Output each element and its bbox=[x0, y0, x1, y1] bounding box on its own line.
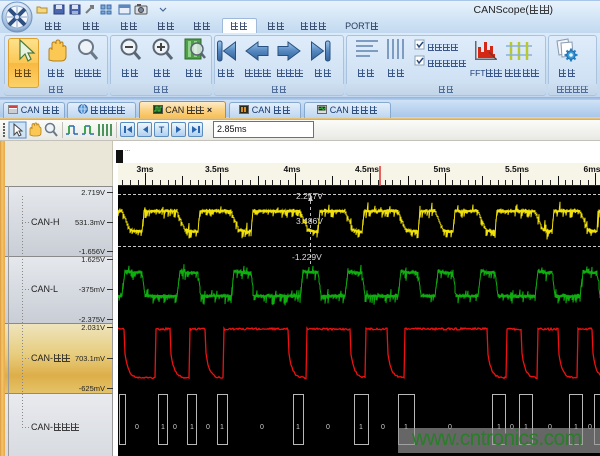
svg-text:1: 1 bbox=[190, 424, 194, 431]
svg-text:2.257V: 2.257V bbox=[296, 191, 323, 201]
svg-text:0: 0 bbox=[206, 424, 210, 431]
svg-text:T: T bbox=[159, 125, 165, 135]
svg-text:0: 0 bbox=[135, 424, 139, 431]
svg-text:0: 0 bbox=[326, 424, 330, 431]
svg-text:0: 0 bbox=[381, 424, 385, 431]
svg-text:1: 1 bbox=[161, 424, 165, 431]
svg-text:1: 1 bbox=[296, 424, 300, 431]
svg-text:1: 1 bbox=[359, 424, 363, 431]
svg-text:-1.229V: -1.229V bbox=[292, 252, 322, 262]
svg-text:0: 0 bbox=[260, 424, 264, 431]
svg-text:0: 0 bbox=[173, 424, 177, 431]
svg-text:1: 1 bbox=[220, 424, 224, 431]
